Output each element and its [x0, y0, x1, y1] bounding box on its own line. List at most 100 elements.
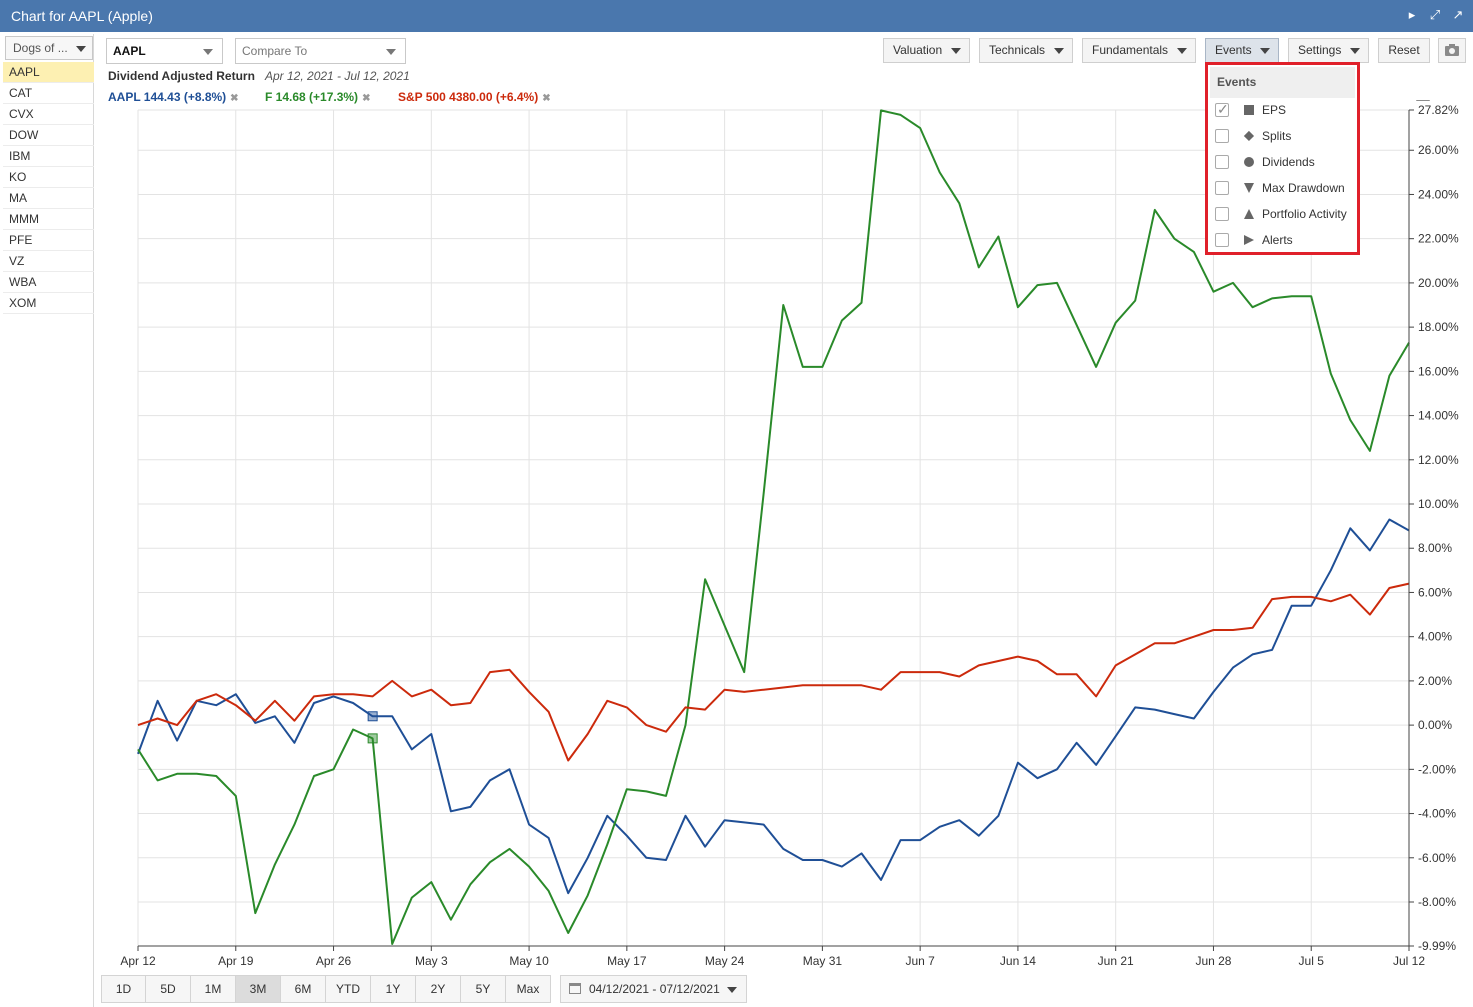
- events-menu-label: Alerts: [1262, 233, 1293, 247]
- reset-label: Reset: [1388, 43, 1420, 57]
- series-line-aapl: [137, 518, 1410, 895]
- date-range-picker[interactable]: 04/12/2021 - 07/12/2021: [560, 975, 747, 1003]
- y-tick-label: -4.00%: [1418, 807, 1456, 821]
- watchlist-select[interactable]: Dogs of ...: [5, 36, 93, 60]
- y-tick-label: 8.00%: [1418, 541, 1452, 555]
- range-button[interactable]: 5Y: [461, 975, 506, 1003]
- chart-measure-label: Dividend Adjusted Return: [108, 69, 255, 83]
- checkbox[interactable]: [1215, 129, 1229, 143]
- x-tick-label: May 24: [705, 954, 745, 968]
- compare-to-select[interactable]: Compare To: [235, 38, 406, 64]
- events-menu-item[interactable]: Splits: [1215, 127, 1355, 147]
- y-tick-label: 6.00%: [1418, 585, 1452, 599]
- x-tick-label: Apr 19: [218, 954, 254, 968]
- eps-marker[interactable]: [367, 733, 378, 744]
- diamond-icon: [1243, 130, 1255, 142]
- y-tick-label: 4.00%: [1418, 630, 1452, 644]
- events-menu-label: Portfolio Activity: [1262, 207, 1347, 221]
- y-tick-label: 12.00%: [1418, 453, 1459, 467]
- settings-button[interactable]: Settings: [1288, 38, 1369, 63]
- range-button[interactable]: 3M: [236, 975, 281, 1003]
- checkbox[interactable]: [1215, 233, 1229, 247]
- eps-marker[interactable]: [367, 711, 378, 722]
- reset-button[interactable]: Reset: [1378, 38, 1430, 63]
- x-tick-label: Apr 12: [120, 954, 156, 968]
- chevron-down-icon: [1350, 48, 1360, 54]
- range-button[interactable]: 1D: [101, 975, 146, 1003]
- popout-icon[interactable]: ↗: [1451, 7, 1465, 23]
- y-tick-label: 2.00%: [1418, 674, 1452, 688]
- technicals-label: Technicals: [989, 43, 1046, 57]
- chart-date-range: Apr 12, 2021 - Jul 12, 2021: [265, 69, 410, 83]
- y-tick-label: 20.00%: [1418, 276, 1459, 290]
- ticker-item[interactable]: AAPL: [3, 62, 94, 83]
- checkbox[interactable]: [1215, 181, 1229, 195]
- events-menu-item[interactable]: EPS: [1215, 101, 1355, 121]
- x-tick-label: May 31: [803, 954, 843, 968]
- fundamentals-button[interactable]: Fundamentals: [1082, 38, 1196, 63]
- snapshot-button[interactable]: [1438, 38, 1466, 63]
- chevron-down-icon: [386, 49, 396, 55]
- triangle-up-icon: [1244, 209, 1254, 219]
- y-tick-label: -9.99%: [1418, 939, 1456, 953]
- events-menu-item[interactable]: Alerts: [1215, 231, 1355, 251]
- range-button[interactable]: 1M: [191, 975, 236, 1003]
- valuation-button[interactable]: Valuation: [883, 38, 970, 63]
- x-tick-label: Jun 7: [905, 954, 935, 968]
- x-tick-label: Apr 26: [316, 954, 352, 968]
- range-button[interactable]: Max: [506, 975, 551, 1003]
- window-titlebar: Chart for AAPL (Apple) ▸ ⤢ ↗: [0, 0, 1473, 32]
- triangle-down-icon: [1244, 183, 1254, 193]
- events-menu-label: Splits: [1262, 129, 1292, 143]
- range-button[interactable]: 5D: [146, 975, 191, 1003]
- y-tick-label: 22.00%: [1418, 232, 1459, 246]
- events-menu-item[interactable]: Max Drawdown: [1215, 179, 1355, 199]
- events-menu-item[interactable]: Portfolio Activity: [1215, 205, 1355, 225]
- range-button[interactable]: YTD: [326, 975, 371, 1003]
- checkbox[interactable]: [1215, 101, 1229, 118]
- watchlist-label: Dogs of ...: [13, 41, 68, 55]
- y-tick-label: 10.00%: [1418, 497, 1459, 511]
- checkbox[interactable]: [1215, 155, 1229, 169]
- events-menu-item[interactable]: Dividends: [1215, 153, 1355, 173]
- events-label: Events: [1215, 43, 1252, 57]
- x-tick-label: Jul 12: [1393, 954, 1425, 968]
- valuation-label: Valuation: [893, 43, 943, 57]
- y-tick-label: 14.00%: [1418, 409, 1459, 423]
- y-tick-label: 16.00%: [1418, 364, 1459, 378]
- y-tick-label: -8.00%: [1418, 895, 1456, 909]
- x-tick-label: Jun 21: [1098, 954, 1134, 968]
- chevron-down-icon: [203, 49, 213, 55]
- x-tick-label: Jul 5: [1299, 954, 1325, 968]
- calendar-icon: [569, 983, 581, 994]
- range-button[interactable]: 2Y: [416, 975, 461, 1003]
- collapse-icon[interactable]: ⤢: [1428, 7, 1442, 23]
- y-axis: 27.82% 26.00% 24.00% 22.00% 20.00% 18.00% 16.0…: [1408, 103, 1459, 953]
- play-icon[interactable]: ▸: [1405, 7, 1419, 23]
- range-selector: 1D 5D 1M 3M 6M YTD 1Y 2Y 5Y Max: [101, 975, 551, 1003]
- camera-icon: [1445, 44, 1459, 56]
- events-button[interactable]: Events: [1205, 38, 1279, 63]
- x-tick-label: May 10: [509, 954, 549, 968]
- events-menu-label: Dividends: [1262, 155, 1315, 169]
- square-icon: [1244, 105, 1254, 115]
- chevron-down-icon: [727, 987, 737, 993]
- symbol-select[interactable]: AAPL: [106, 38, 223, 64]
- range-button[interactable]: 1Y: [371, 975, 416, 1003]
- date-range-value: 04/12/2021 - 07/12/2021: [589, 982, 720, 996]
- chevron-down-icon: [1054, 48, 1064, 54]
- checkbox[interactable]: [1215, 207, 1229, 221]
- window-title: Chart for AAPL (Apple): [11, 8, 153, 24]
- technicals-button[interactable]: Technicals: [979, 38, 1073, 63]
- triangle-right-icon: [1244, 235, 1254, 245]
- x-tick-label: May 17: [607, 954, 647, 968]
- series-line-sp500: [137, 582, 1410, 762]
- chevron-down-icon: [1260, 48, 1270, 54]
- chevron-down-icon: [76, 46, 86, 52]
- x-axis: Apr 12 Apr 19 Apr 26 May 3 May 10 May 17 May 2…: [120, 945, 1425, 968]
- events-menu-label: Max Drawdown: [1262, 181, 1345, 195]
- events-menu-title: Events: [1210, 67, 1355, 98]
- range-button[interactable]: 6M: [281, 975, 326, 1003]
- y-tick-label: 18.00%: [1418, 320, 1459, 334]
- x-tick-label: May 3: [415, 954, 448, 968]
